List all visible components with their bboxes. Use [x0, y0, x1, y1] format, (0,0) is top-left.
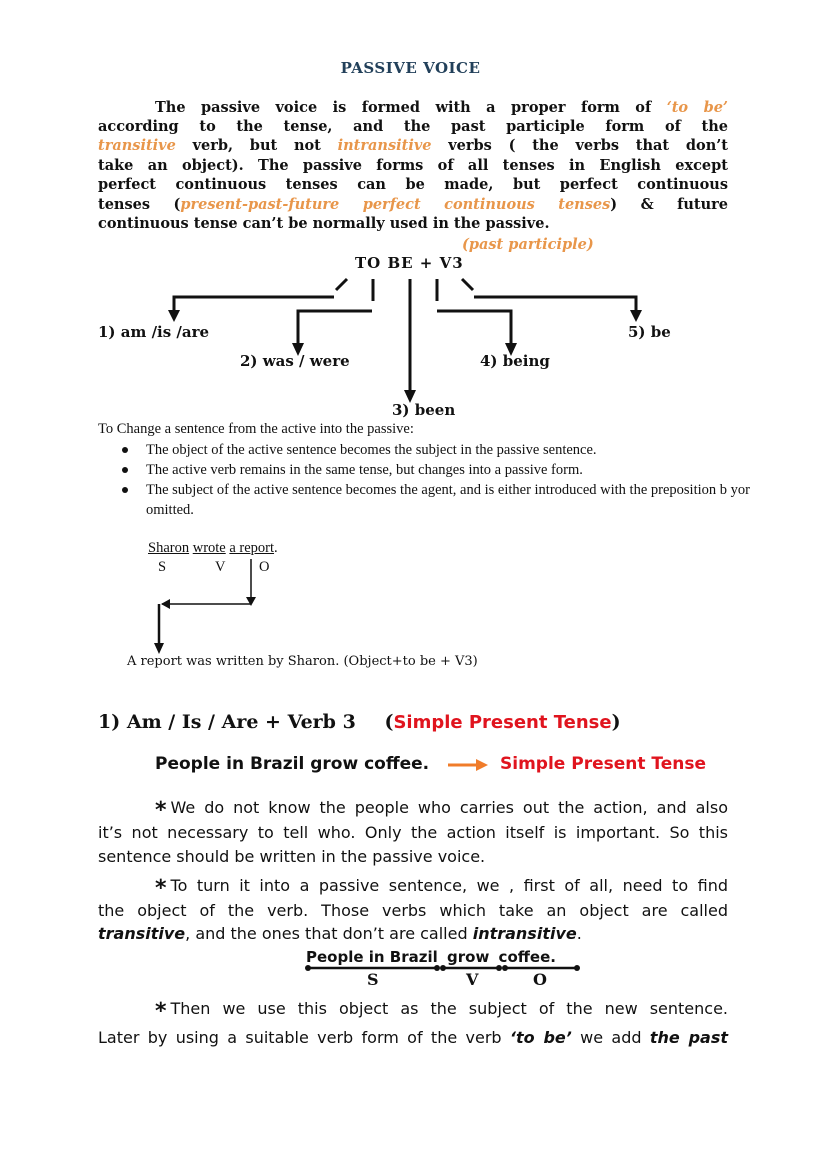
para1-line: sentence should be written in the passiv…	[98, 847, 486, 866]
example-object: a report	[229, 540, 275, 556]
intro-line: transitive verb, but not intransitive ve…	[98, 137, 728, 154]
asterisk-icon: *	[155, 798, 167, 823]
para1-line: * We do not know the people who carries o…	[155, 798, 728, 823]
svo-label-v: V	[466, 970, 479, 989]
formula-to-be-v3: TO BE + V3	[355, 254, 464, 272]
example-verb: wrote	[192, 540, 226, 556]
para2-line: * To turn it into a passive sentence, we …	[155, 876, 728, 901]
intro-line: perfect continuous tenses can be made, b…	[98, 176, 728, 193]
branch-4-line	[437, 309, 513, 345]
intro-line: The passive voice is formed with a prope…	[155, 99, 728, 116]
worksheet-page: PASSIVE VOICE The passive voice is forme…	[0, 0, 821, 1169]
branch-2-line	[296, 309, 372, 345]
branch-5-line	[474, 295, 638, 312]
example-subject: Sharon	[148, 540, 190, 556]
page-title: PASSIVE VOICE	[340, 59, 481, 77]
arrowhead-1	[168, 310, 180, 322]
para1-line: it’s not necessary to tell who. Only the…	[98, 823, 728, 842]
label-o: O	[259, 559, 270, 575]
svo-label-o: O	[533, 970, 547, 989]
asterisk-icon: *	[155, 999, 167, 1024]
bullet-icon	[122, 447, 128, 453]
arrowhead-obj-1	[246, 597, 256, 606]
section-heading: 1) Am / Is / Are + Verb 3 (Simple Presen…	[98, 711, 621, 733]
arrowhead-obj-2	[161, 599, 170, 609]
active-example-sentence: Sharon wrote a report.	[148, 540, 278, 556]
rule-item: The subject of the active sentence becom…	[122, 480, 776, 520]
intro-line: according to the tense, and the past par…	[98, 118, 728, 135]
form-being: 4) being	[480, 352, 550, 370]
form-am-is-are: 1) am /is /are	[98, 323, 210, 341]
para2-line: transitive, and the ones that don’t are …	[98, 924, 582, 943]
intro-line: take an object). The passive forms of al…	[98, 157, 728, 174]
para2-line: the object of the verb. Those verbs whic…	[98, 901, 728, 920]
form-been: 3) been	[392, 401, 456, 419]
intro-line: tenses (present-past-future perfect cont…	[98, 196, 728, 213]
form-was-were: 2) was / were	[240, 352, 350, 370]
intro-line: continuous tense can’t be normally used …	[98, 215, 550, 232]
active-sentence-example: People in Brazil grow coffee.	[155, 754, 430, 774]
label-s: S	[158, 559, 167, 575]
change-instructions-title: To Change a sentence from the active int…	[98, 421, 414, 437]
branch-5-line	[460, 277, 475, 292]
rule-item: The active verb remains in the same tens…	[122, 460, 776, 480]
svo-label-s: S	[367, 970, 379, 989]
passive-example-sentence: A report was written by Sharon. (Object+…	[127, 654, 478, 669]
change-rules-list: The object of the active sentence become…	[98, 440, 776, 520]
form-be: 5) be	[628, 323, 671, 341]
branch-1-line	[334, 277, 349, 292]
bullet-icon	[122, 467, 128, 473]
asterisk-icon: *	[155, 876, 167, 901]
branch-1-line	[172, 295, 334, 312]
section-tense: Simple Present Tense	[393, 712, 612, 733]
label-v: V	[215, 559, 226, 575]
rule-item: The object of the active sentence become…	[122, 440, 776, 460]
bullet-icon	[122, 487, 128, 493]
para3-line: * Then we use this object as the subject …	[155, 999, 728, 1024]
svo-sentence: People in Brazil grow coffee.	[306, 948, 556, 966]
para3-line: Later by using a suitable verb form of t…	[98, 1028, 729, 1047]
past-participle-note: (past participle)	[462, 236, 594, 253]
orange-arrowhead	[476, 759, 488, 771]
arrowhead-obj-3	[154, 643, 164, 654]
arrowhead-5	[630, 310, 642, 322]
example-tense-label: Simple Present Tense	[500, 754, 707, 774]
